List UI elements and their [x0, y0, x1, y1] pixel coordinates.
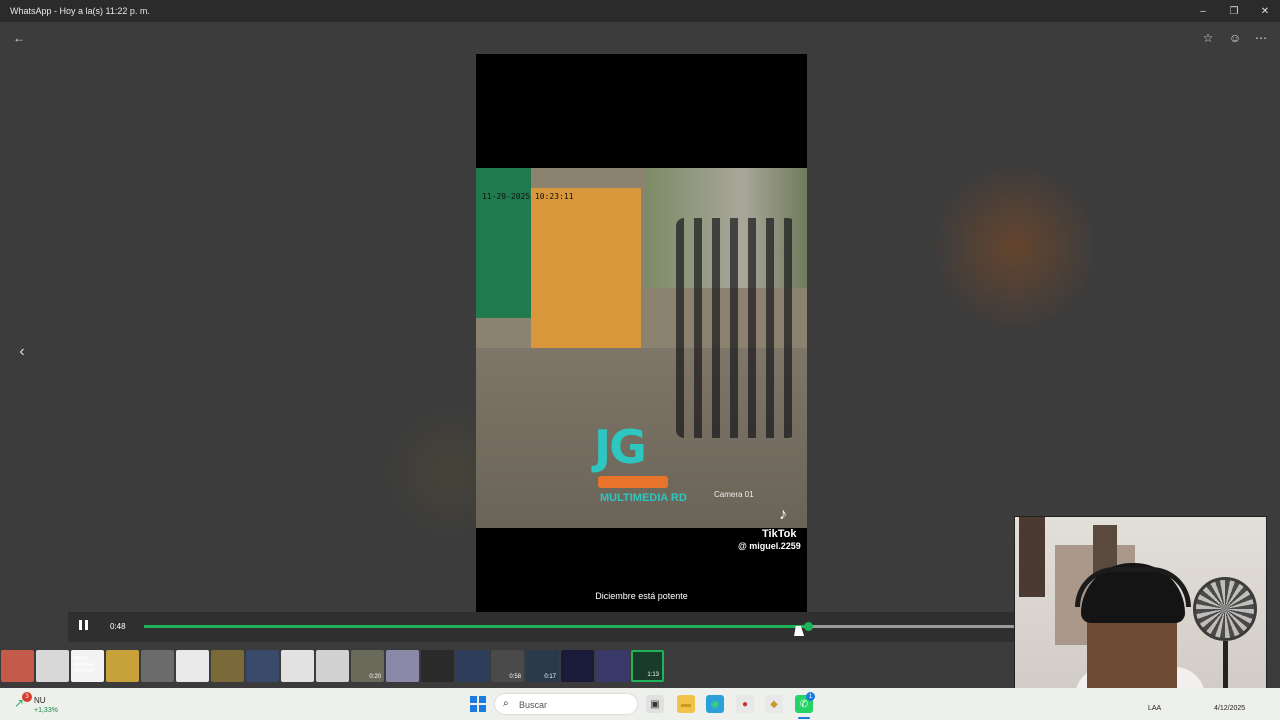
camera-label: Camera 01 — [714, 490, 754, 499]
search-icon: ⌕ — [503, 698, 509, 709]
scene-crowd — [676, 218, 796, 438]
thumbnail-duration: 0:17 — [544, 674, 556, 680]
media-thumbnail[interactable] — [596, 650, 629, 682]
media-thumbnail[interactable] — [561, 650, 594, 682]
webcam-fan — [1193, 577, 1257, 641]
media-thumbnail[interactable] — [141, 650, 174, 682]
scene-green-wall — [476, 168, 531, 318]
media-thumbnail[interactable] — [211, 650, 244, 682]
whatsapp-badge: 1 — [806, 692, 815, 701]
media-thumbnail[interactable]: YOUT ¡MANGU GOLPES — [71, 650, 104, 682]
minimize-button[interactable]: – — [1187, 0, 1219, 22]
video-timestamp-overlay: 11-29-2025 10:23:11 — [482, 192, 574, 201]
media-thumbnail[interactable]: 0:58 — [491, 650, 524, 682]
scene-orange-wall — [531, 188, 641, 348]
webcam-picture-frame — [1019, 517, 1045, 597]
media-thumbnail[interactable] — [281, 650, 314, 682]
taskbar-search[interactable]: ⌕ Buscar — [494, 693, 638, 715]
star-icon[interactable]: ☆ — [1198, 28, 1218, 48]
windows-logo-pane — [470, 705, 477, 712]
back-arrow-icon[interactable]: ← — [9, 28, 29, 48]
task-view-icon[interactable]: ▣ — [646, 695, 664, 713]
widget-change: +1,33% — [34, 707, 58, 714]
widget-name: NU — [34, 696, 46, 705]
widgets-button[interactable]: ↗ 3 NU +1,33% — [12, 692, 72, 716]
pause-icon-bar-right — [84, 620, 88, 630]
chrome-icon[interactable]: ● — [736, 695, 754, 713]
background-blur — [930, 162, 1100, 332]
seek-bar[interactable] — [144, 622, 1014, 631]
windows-logo-pane — [479, 705, 486, 712]
maximize-button[interactable]: ❐ — [1218, 0, 1250, 22]
previous-media-button[interactable]: ‹ — [12, 340, 32, 364]
current-time: 0:48 — [110, 622, 126, 631]
logo-bar — [598, 476, 668, 488]
edge-icon[interactable]: ◉ — [706, 695, 724, 713]
logo-text: JG — [594, 420, 647, 474]
media-thumbnail[interactable] — [176, 650, 209, 682]
windows-logo-icon — [470, 696, 477, 703]
tiktok-username: @ miguel.2259 — [738, 541, 801, 551]
language-indicator[interactable]: LAA — [1148, 705, 1161, 712]
video-frame: 11-29-2025 10:23:11 JG MULTIMEDIA RD Cam… — [476, 168, 807, 528]
media-thumbnail[interactable]: 1:13 — [631, 650, 664, 682]
clock-date[interactable]: 4/12/2025 — [1214, 705, 1245, 712]
thumbnail-duration: 0:20 — [369, 674, 381, 680]
emoji-react-icon[interactable]: ☺ — [1225, 28, 1245, 48]
pause-icon-bar-left — [78, 620, 82, 630]
media-thumbnail[interactable] — [386, 650, 419, 682]
start-button[interactable] — [470, 696, 486, 712]
file-explorer-icon[interactable]: ▬ — [677, 695, 695, 713]
media-thumbnail[interactable] — [246, 650, 279, 682]
title-bar: WhatsApp - Hoy a la(s) 11:22 p. m. – ❐ ✕ — [0, 0, 1280, 22]
tiktok-icon: ♪ — [779, 506, 787, 523]
thumbnail-duration: 0:58 — [509, 674, 521, 680]
thumbnail-duration: 1:13 — [647, 672, 659, 678]
seek-bar-progress — [144, 625, 808, 628]
webcam-overlay — [1014, 516, 1267, 706]
jg-multimedia-logo: JG MULTIMEDIA RD — [594, 420, 694, 510]
media-thumbnail[interactable] — [106, 650, 139, 682]
media-thumbnail[interactable] — [316, 650, 349, 682]
windows-logo-pane — [479, 696, 486, 703]
video-player[interactable]: 11-29-2025 10:23:11 JG MULTIMEDIA RD Cam… — [476, 54, 807, 640]
window-title: WhatsApp - Hoy a la(s) 11:22 p. m. — [10, 6, 150, 16]
close-button[interactable]: ✕ — [1249, 0, 1280, 22]
headset-icon — [1075, 567, 1191, 607]
media-thumbnail[interactable] — [1, 650, 34, 682]
tiktok-brand: TikTok — [762, 528, 797, 540]
taskbar: ↗ 3 NU +1,33% ⌕ Buscar ▣ ▬ ◉ ● ◆ ✆ 1 LAA 4/12… — [0, 688, 1280, 720]
media-thumbnail[interactable] — [36, 650, 69, 682]
pause-button[interactable] — [76, 620, 90, 634]
search-placeholder: Buscar — [519, 700, 548, 710]
active-app-indicator — [798, 717, 810, 719]
media-thumbnail[interactable]: 0:20 — [351, 650, 384, 682]
more-options-icon[interactable]: ⋯ — [1251, 28, 1271, 48]
media-thumbnail-strip: YOUT ¡MANGU GOLPES 0:20 0:58 0:17 1:13 — [0, 650, 664, 684]
media-thumbnail[interactable] — [456, 650, 489, 682]
logo-subtext: MULTIMEDIA RD — [600, 492, 687, 504]
app-icon[interactable]: ◆ — [765, 695, 783, 713]
media-thumbnail[interactable]: 0:17 — [526, 650, 559, 682]
media-thumbnail[interactable] — [421, 650, 454, 682]
media-caption: Diciembre está potente — [595, 591, 688, 601]
mouse-cursor — [794, 626, 806, 636]
widgets-badge: 3 — [22, 692, 32, 702]
thumbnail-text: YOUT ¡MANGU GOLPES — [73, 656, 94, 674]
playback-controls: 0:48 — [68, 612, 1014, 642]
